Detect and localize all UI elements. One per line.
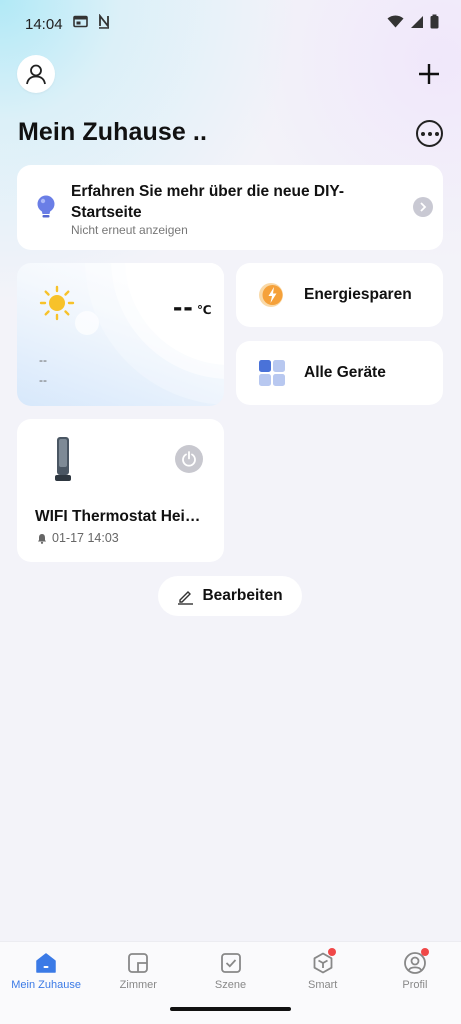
- temperature-unit: ℃: [197, 303, 212, 317]
- device-card[interactable]: WIFI Thermostat Hei… 01-17 14:03: [17, 419, 224, 562]
- pencil-icon: [178, 590, 194, 605]
- edit-label: Bearbeiten: [202, 587, 283, 604]
- smart-badge: [327, 948, 336, 956]
- more-icon: [420, 131, 425, 136]
- nav-smart-label: Smart: [308, 979, 338, 991]
- bell-icon: [38, 533, 46, 544]
- plus-icon: [419, 64, 439, 84]
- heater-icon: [53, 437, 73, 488]
- profile-badge: [420, 948, 429, 956]
- status-time: 14:04: [25, 15, 63, 33]
- diy-promo-card[interactable]: Erfahren Sie mehr über die neue DIY-Star…: [17, 165, 443, 250]
- dismiss-promo-link[interactable]: Nicht erneut anzeigen: [71, 223, 188, 237]
- nav-home[interactable]: Mein Zuhause: [0, 942, 92, 997]
- scene-icon: [219, 951, 243, 975]
- device-name: WIFI Thermostat Hei…: [35, 508, 201, 525]
- nav-profile[interactable]: Profil: [369, 942, 461, 997]
- avatar[interactable]: [17, 55, 55, 93]
- room-icon: [126, 951, 150, 975]
- lightbulb-icon: [36, 195, 56, 226]
- wifi-icon: [387, 15, 404, 33]
- n-notification-icon: [98, 13, 110, 34]
- profile-icon: [403, 948, 429, 975]
- promo-title: Erfahren Sie mehr über die neue DIY-Star…: [71, 183, 345, 221]
- status-bar: 14:04: [0, 0, 461, 48]
- energy-saving-card[interactable]: Energiesparen: [236, 263, 443, 327]
- device-last-update: 01-17 14:03: [52, 531, 119, 545]
- signal-icon: [410, 15, 424, 34]
- avatar-icon: [26, 64, 46, 85]
- energy-saving-label: Energiesparen: [304, 286, 412, 303]
- home-title[interactable]: Mein Zuhause ..: [18, 118, 207, 147]
- temperature-value: --: [173, 291, 194, 322]
- gesture-area: [0, 997, 461, 1024]
- weather-info-1: --: [39, 353, 47, 367]
- nav-home-label: Mein Zuhause: [11, 979, 81, 991]
- weather-bubble: [75, 311, 99, 335]
- grid-icon: [258, 359, 286, 387]
- more-options-button[interactable]: [416, 120, 443, 147]
- edit-button[interactable]: Bearbeiten: [158, 576, 302, 616]
- nav-rooms[interactable]: Zimmer: [92, 942, 184, 997]
- power-icon: [182, 451, 196, 467]
- all-devices-card[interactable]: Alle Geräte: [236, 341, 443, 405]
- nav-scenes[interactable]: Szene: [184, 942, 276, 997]
- smart-icon: [311, 948, 336, 975]
- power-button[interactable]: [175, 445, 203, 473]
- energy-icon: [258, 281, 286, 309]
- battery-icon: [430, 14, 439, 34]
- promo-arrow-button[interactable]: [413, 197, 433, 217]
- weather-card[interactable]: -- ℃ -- --: [17, 263, 224, 406]
- nav-rooms-label: Zimmer: [119, 979, 157, 991]
- chevron-right-icon: [420, 202, 427, 212]
- home-gesture-bar[interactable]: [170, 1007, 291, 1011]
- nav-smart[interactable]: Smart: [277, 942, 369, 997]
- nav-scenes-label: Szene: [214, 979, 247, 991]
- home-icon: [34, 951, 58, 975]
- sun-icon: [39, 285, 75, 326]
- nav-profile-label: Profil: [402, 979, 428, 991]
- weather-info-2: --: [39, 373, 47, 387]
- bottom-navigation: Mein Zuhause Zimmer Szene Smart Profil: [0, 941, 461, 997]
- add-button[interactable]: [413, 58, 445, 90]
- all-devices-label: Alle Geräte: [304, 364, 386, 381]
- calendar-icon: [72, 15, 88, 33]
